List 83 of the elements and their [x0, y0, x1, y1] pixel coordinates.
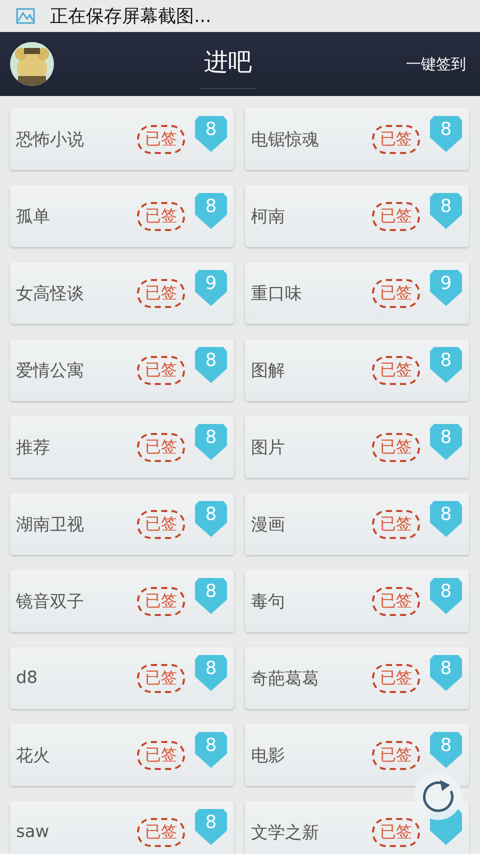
forum-name: 恐怖小说 [16, 128, 85, 150]
level-badge: 8 [430, 116, 462, 152]
forum-name: 毒句 [251, 590, 286, 612]
level-badge: 8 [195, 347, 227, 383]
signed-stamp: 已签 [137, 124, 185, 154]
forum-name: 文学之新 [251, 822, 320, 844]
level-badge: 8 [430, 655, 462, 691]
level-badge: 8 [195, 193, 227, 229]
forum-name: 电影 [251, 744, 286, 766]
forum-card[interactable]: 湖南卫视 已签 8 [10, 493, 234, 555]
forum-name: 女高怪谈 [16, 282, 85, 304]
signed-stamp: 已签 [137, 740, 185, 770]
level-badge: 8 [195, 809, 227, 845]
forum-card[interactable]: 爱情公寓 已签 8 [10, 339, 234, 401]
signed-stamp: 已签 [137, 202, 185, 230]
forum-name: 电锯惊魂 [251, 128, 320, 150]
signed-stamp: 已签 [372, 818, 420, 846]
signed-stamp: 已签 [372, 510, 420, 538]
level-badge: 8 [195, 501, 227, 537]
signed-stamp: 已签 [137, 586, 185, 616]
forum-card[interactable]: 孤单 已签 8 [10, 185, 234, 247]
level-badge: 8 [195, 116, 227, 152]
forum-card[interactable]: 柯南 已签 8 [245, 185, 469, 247]
status-text: 正在保存屏幕截图... [50, 5, 212, 28]
forum-card[interactable]: 重口味 已签 9 [245, 262, 469, 324]
forum-card[interactable]: 花火 已签 8 [10, 724, 234, 786]
level-badge: 9 [195, 270, 227, 306]
level-badge: 8 [430, 424, 462, 460]
forum-card[interactable]: 图解 已签 8 [245, 339, 469, 401]
forum-name: d8 [16, 668, 39, 688]
forum-card[interactable]: 电影 已签 8 [245, 724, 469, 786]
level-badge: 9 [430, 270, 462, 306]
forum-name: 柯南 [251, 206, 286, 228]
signed-stamp: 已签 [372, 356, 420, 384]
signed-stamp: 已签 [372, 278, 420, 308]
signed-stamp: 已签 [372, 664, 420, 692]
signed-stamp: 已签 [137, 432, 185, 462]
forum-name: 图解 [251, 360, 286, 382]
forum-name: 爱情公寓 [16, 360, 85, 382]
image-icon [16, 7, 36, 25]
level-badge: 8 [430, 193, 462, 229]
signed-stamp: 已签 [137, 278, 185, 308]
forum-name: 镜音双子 [16, 590, 85, 612]
forum-card[interactable]: 奇葩葛葛 已签 8 [245, 647, 469, 709]
sign-all-button[interactable]: 一键签到 [402, 50, 470, 78]
forum-card[interactable]: 文学之新 已签 [245, 801, 469, 854]
forum-name: 推荐 [16, 436, 51, 458]
forum-name: 重口味 [251, 282, 303, 304]
signed-stamp: 已签 [372, 432, 420, 462]
forum-name: 漫画 [251, 514, 286, 536]
level-badge: 8 [430, 501, 462, 537]
signed-stamp: 已签 [137, 510, 185, 538]
forum-name: saw [16, 822, 50, 842]
forum-name: 花火 [16, 744, 51, 766]
signed-stamp: 已签 [372, 740, 420, 770]
forum-card[interactable]: 女高怪谈 已签 9 [10, 262, 234, 324]
forum-name: 湖南卫视 [16, 514, 85, 536]
level-badge: 8 [195, 732, 227, 768]
level-badge: 8 [430, 732, 462, 768]
forum-card[interactable]: 图片 已签 8 [245, 416, 469, 478]
forum-card[interactable]: saw 已签 8 [10, 801, 234, 854]
signed-stamp: 已签 [137, 356, 185, 384]
forum-card[interactable]: d8 已签 8 [10, 647, 234, 709]
signed-stamp: 已签 [372, 202, 420, 230]
level-badge: 8 [430, 347, 462, 383]
signed-stamp: 已签 [372, 124, 420, 154]
forum-card[interactable]: 恐怖小说 已签 8 [10, 108, 234, 170]
level-badge: 8 [195, 424, 227, 460]
level-badge: 8 [430, 578, 462, 614]
forum-card[interactable]: 镜音双子 已签 8 [10, 570, 234, 632]
forum-name: 图片 [251, 436, 286, 458]
forum-card[interactable]: 毒句 已签 8 [245, 570, 469, 632]
forum-card[interactable]: 推荐 已签 8 [10, 416, 234, 478]
forum-card[interactable]: 电锯惊魂 已签 8 [245, 108, 469, 170]
signed-stamp: 已签 [372, 586, 420, 616]
signed-stamp: 已签 [137, 818, 185, 846]
forum-card[interactable]: 漫画 已签 8 [245, 493, 469, 555]
page-title: 进吧 [200, 40, 256, 88]
level-badge: 8 [195, 655, 227, 691]
forum-name: 奇葩葛葛 [251, 668, 320, 690]
signed-stamp: 已签 [137, 664, 185, 692]
forum-name: 孤单 [16, 206, 51, 228]
level-badge: 8 [195, 578, 227, 614]
